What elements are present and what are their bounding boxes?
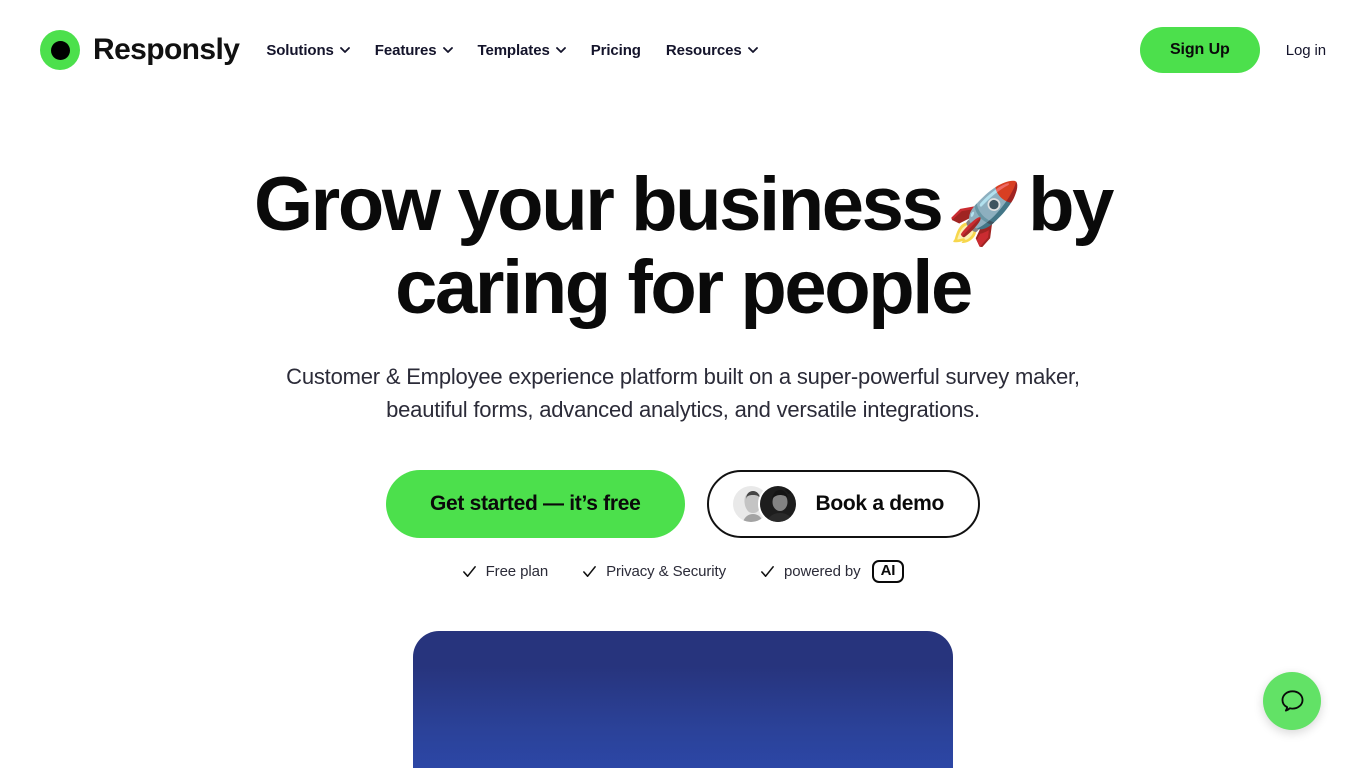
book-demo-label: Book a demo	[815, 492, 945, 515]
feature-tick-label: Free plan	[485, 563, 549, 580]
feature-tick-label: powered by	[784, 563, 861, 580]
avatar-group	[730, 484, 798, 524]
page-title: Grow your business 🚀by caring for people	[223, 167, 1143, 326]
feature-tick-powered-by-ai: powered by AI	[746, 551, 906, 601]
rocket-icon: 🚀	[947, 180, 1023, 247]
cta-button-row: Get started — it’s free Book a demo	[0, 470, 1366, 538]
product-preview-wrapper: How was your flight?	[0, 631, 1366, 768]
hero-section: Grow your business 🚀by caring for people …	[0, 100, 1366, 768]
header-actions: Sign Up Log in	[1139, 27, 1326, 73]
check-icon	[462, 566, 476, 577]
chat-bubble-icon	[1281, 689, 1303, 712]
hero-subtitle: Customer & Employee experience platform …	[286, 364, 1080, 422]
nav-item-resources[interactable]: Resources	[666, 42, 758, 59]
logo-mark-icon	[40, 30, 80, 70]
ai-badge: AI	[871, 560, 905, 583]
nav-item-templates[interactable]: Templates	[478, 42, 566, 59]
chevron-down-icon	[339, 47, 350, 53]
chat-widget-button[interactable]	[1263, 672, 1321, 730]
nav-item-pricing[interactable]: Pricing	[591, 42, 641, 59]
survey-preview-card[interactable]: How was your flight?	[413, 631, 953, 768]
feature-tick-free-plan: Free plan	[462, 563, 548, 580]
nav-item-solutions[interactable]: Solutions	[266, 41, 350, 59]
nav-item-label: Templates	[477, 41, 550, 59]
chevron-down-icon	[747, 47, 758, 53]
nav-item-label: Pricing	[590, 41, 641, 59]
nav-item-label: Features	[374, 41, 437, 59]
book-demo-button[interactable]: Book a demo	[706, 470, 981, 538]
nav-item-label: Resources	[665, 41, 742, 59]
log-in-button[interactable]: Log in	[1286, 42, 1326, 59]
hero-title-part1: Grow your business	[253, 162, 944, 247]
main-navigation: Solutions Features Templates Pricing Res…	[266, 41, 758, 59]
chevron-down-icon	[442, 47, 453, 53]
chevron-down-icon	[555, 47, 566, 53]
site-header: Responsly Solutions Features Templates P…	[0, 0, 1366, 100]
get-started-button[interactable]: Get started — it’s free	[385, 470, 685, 538]
sign-up-button[interactable]: Sign Up	[1139, 27, 1260, 73]
feature-tick-list: Free plan Privacy & Security powered by …	[0, 551, 1366, 601]
check-icon	[761, 566, 774, 577]
nav-item-label: Solutions	[266, 41, 334, 59]
feature-tick-privacy-security: Privacy & Security	[582, 563, 726, 580]
check-icon	[583, 566, 597, 577]
nav-item-features[interactable]: Features	[375, 42, 453, 59]
brand-name: Responsly	[93, 33, 240, 66]
avatar	[757, 484, 798, 524]
feature-tick-label: Privacy & Security	[606, 563, 726, 580]
brand-logo[interactable]: Responsly	[40, 30, 240, 70]
